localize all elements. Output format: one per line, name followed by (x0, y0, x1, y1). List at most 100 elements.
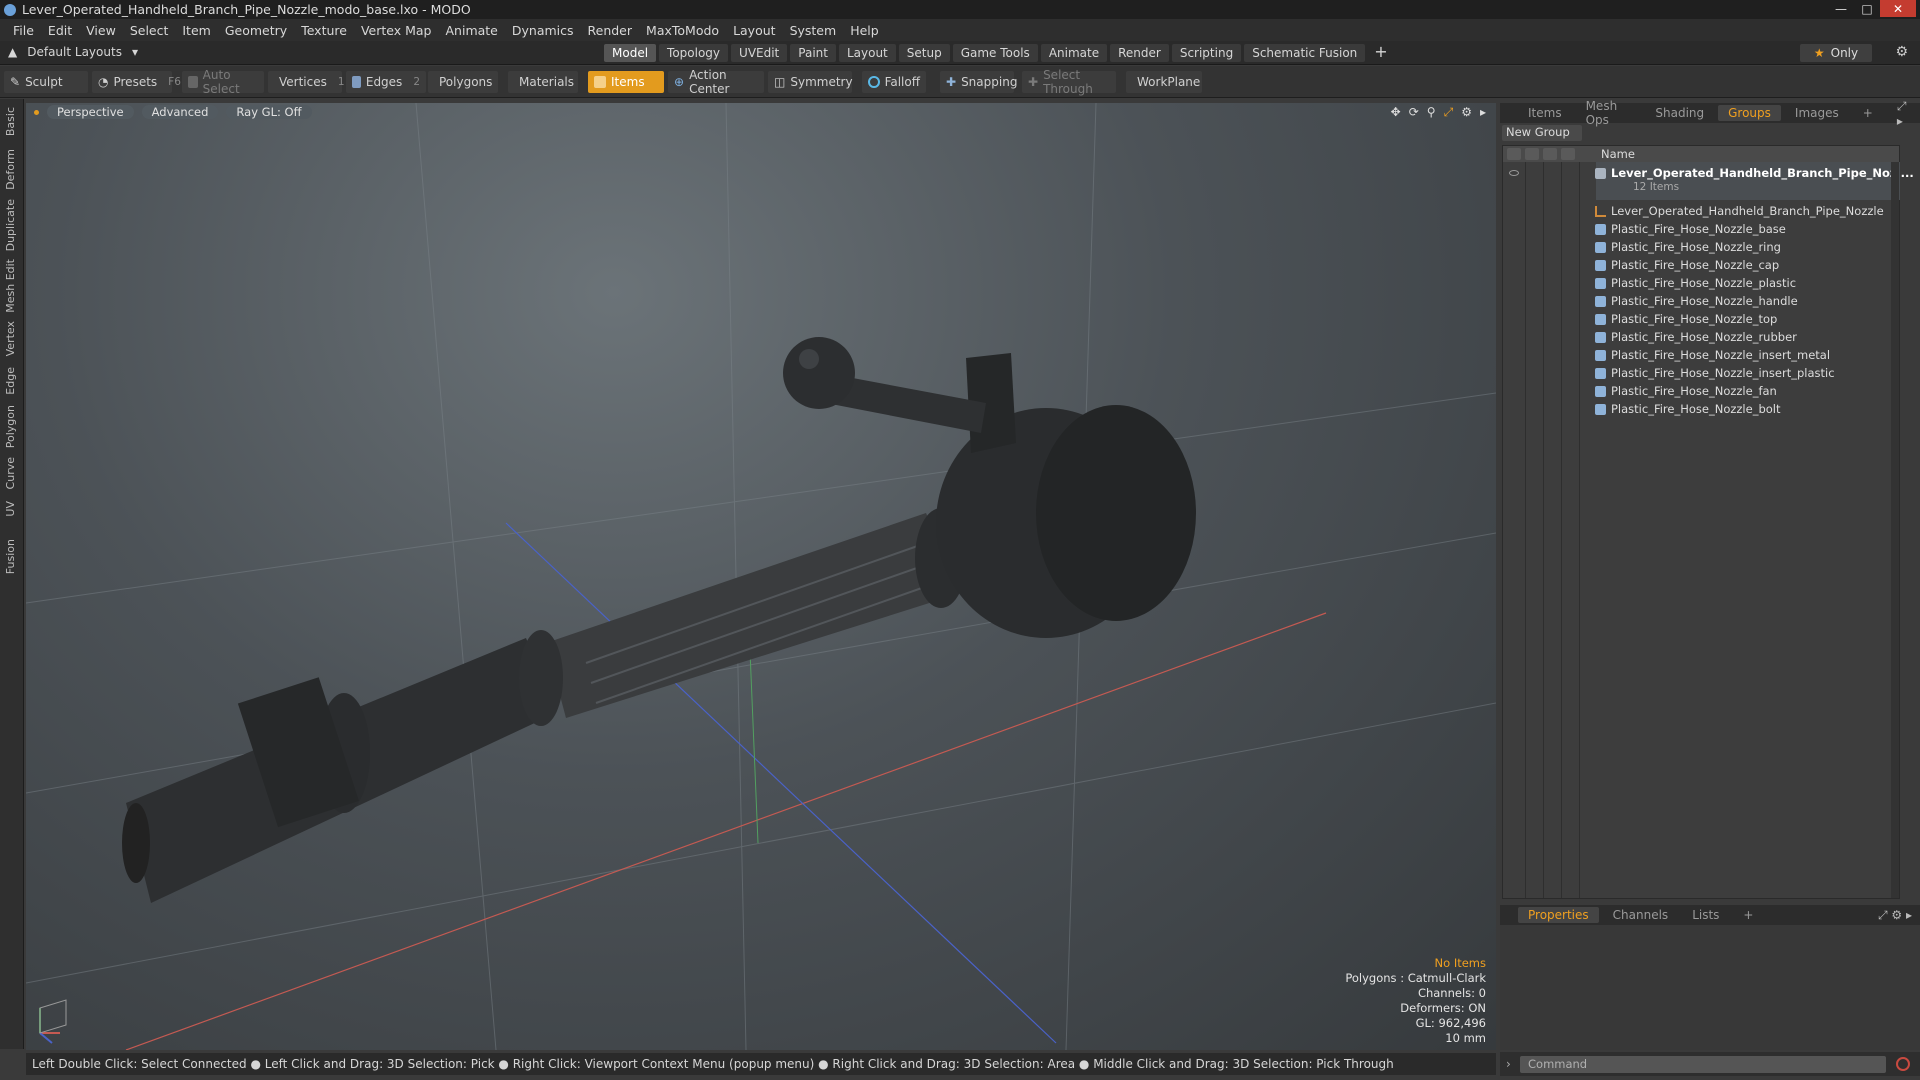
left-tab-deform[interactable]: Deform (4, 149, 17, 190)
materials-button[interactable]: Materials (508, 71, 578, 93)
list-item[interactable]: Plastic_Fire_Hose_Nozzle_ring (1595, 238, 1781, 256)
eye-icon[interactable] (1509, 170, 1519, 176)
left-tab-edge[interactable]: Edge (4, 367, 17, 395)
close-icon[interactable]: ✕ (1880, 0, 1916, 17)
tab-model[interactable]: Model (604, 44, 657, 62)
list-item[interactable]: Plastic_Fire_Hose_Nozzle_fan (1595, 382, 1777, 400)
menu-file[interactable]: File (6, 23, 41, 38)
menu-select[interactable]: Select (123, 23, 176, 38)
shading-advanced-button[interactable]: Advanced (141, 105, 219, 119)
tab-lists[interactable]: Lists (1682, 907, 1729, 923)
items-button[interactable]: Items (588, 71, 664, 93)
menu-edit[interactable]: Edit (41, 23, 79, 38)
command-input[interactable]: Command (1520, 1055, 1886, 1073)
list-item[interactable]: Plastic_Fire_Hose_Nozzle_top (1595, 310, 1777, 328)
add-tab-icon[interactable]: + (1368, 44, 1393, 62)
falloff-button[interactable]: Falloff (862, 71, 926, 93)
list-item[interactable]: Plastic_Fire_Hose_Nozzle_cap (1595, 256, 1779, 274)
tab-paint[interactable]: Paint (790, 44, 836, 62)
tab-shading[interactable]: Shading (1645, 105, 1714, 121)
list-item[interactable]: Plastic_Fire_Hose_Nozzle_handle (1595, 292, 1798, 310)
action-center-button[interactable]: ⊕ Action Center (668, 68, 764, 96)
auto-select-button[interactable]: Auto Select (182, 68, 264, 96)
vertices-button[interactable]: Vertices 1 (268, 71, 345, 93)
tab-topology[interactable]: Topology (659, 44, 729, 62)
presets-button[interactable]: ◔ Presets F6 (92, 71, 181, 93)
snapping-button[interactable]: ✚ Snapping (940, 71, 1017, 93)
left-tab-uv[interactable]: UV (4, 501, 17, 517)
tab-mesh-ops[interactable]: Mesh Ops (1576, 98, 1642, 128)
pan-icon[interactable]: ✥ (1391, 105, 1401, 120)
raygl-button[interactable]: Ray GL: Off (226, 105, 312, 119)
tab-animate[interactable]: Animate (1040, 44, 1108, 62)
only-toggle[interactable]: ★ Only (1800, 44, 1872, 62)
list-item[interactable]: Plastic_Fire_Hose_Nozzle_rubber (1595, 328, 1797, 346)
lock-column-icon[interactable] (1543, 148, 1557, 160)
name-column-header[interactable]: Name (1595, 147, 1635, 161)
menu-render[interactable]: Render (581, 23, 640, 38)
render-column-icon[interactable] (1525, 148, 1539, 160)
left-tab-mesh-edit[interactable]: Mesh Edit (4, 259, 17, 313)
menu-texture[interactable]: Texture (294, 23, 354, 38)
list-item[interactable]: Lever_Operated_Handheld_Branch_Pipe_Nozz… (1595, 202, 1884, 220)
list-item[interactable]: Plastic_Fire_Hose_Nozzle_base (1595, 220, 1786, 238)
default-layouts-dropdown[interactable]: ▲ Default Layouts ▾ (8, 45, 138, 59)
tab-layout[interactable]: Layout (838, 44, 896, 62)
fit-icon[interactable]: ⤢ (1444, 105, 1454, 120)
left-tab-curve[interactable]: Curve (4, 457, 17, 489)
menu-item[interactable]: Item (175, 23, 217, 38)
menu-geometry[interactable]: Geometry (218, 23, 294, 38)
menu-animate[interactable]: Animate (439, 23, 505, 38)
maximize-icon[interactable]: □ (1854, 0, 1880, 17)
left-tab-duplicate[interactable]: Duplicate (4, 199, 17, 251)
tab-channels[interactable]: Channels (1603, 907, 1679, 923)
edges-button[interactable]: Edges 2 (346, 71, 426, 93)
add-properties-tab-icon[interactable]: + (1733, 907, 1763, 923)
tab-schematic-fusion[interactable]: Schematic Fusion (1244, 44, 1366, 62)
new-group-button[interactable]: New Group (1502, 125, 1582, 141)
tree-scrollbar[interactable] (1891, 162, 1899, 898)
tab-scripting[interactable]: Scripting (1171, 44, 1242, 62)
menu-view[interactable]: View (79, 23, 123, 38)
tab-setup[interactable]: Setup (898, 44, 950, 62)
tab-game-tools[interactable]: Game Tools (952, 44, 1038, 62)
left-tab-vertex[interactable]: Vertex (4, 321, 17, 356)
tab-properties[interactable]: Properties (1518, 907, 1599, 923)
zoom-icon[interactable]: ⚲ (1427, 105, 1436, 120)
left-tab-basic[interactable]: Basic (4, 107, 17, 136)
menu-maxtomodo[interactable]: MaxToModo (639, 23, 726, 38)
tab-images[interactable]: Images (1785, 105, 1849, 121)
viewport-gear-icon[interactable]: ⚙ (1461, 105, 1472, 120)
menu-help[interactable]: Help (843, 23, 886, 38)
list-item[interactable]: Plastic_Fire_Hose_Nozzle_insert_plastic (1595, 364, 1835, 382)
tab-items[interactable]: Items (1518, 105, 1572, 121)
tab-render[interactable]: Render (1110, 44, 1169, 62)
list-item[interactable]: Plastic_Fire_Hose_Nozzle_plastic (1595, 274, 1796, 292)
rotate-icon[interactable]: ⟳ (1409, 105, 1419, 120)
sculpt-button[interactable]: ✎ Sculpt (4, 71, 88, 93)
command-stop-icon[interactable] (1896, 1057, 1910, 1071)
workplane-button[interactable]: WorkPlane (1126, 71, 1202, 93)
panel-expand-icon[interactable]: ⤢ ▸ (1887, 98, 1920, 129)
list-item[interactable]: Plastic_Fire_Hose_Nozzle_bolt (1595, 400, 1781, 418)
viewport-menu-icon[interactable]: ▸ (1480, 105, 1486, 120)
select-column-icon[interactable] (1561, 148, 1575, 160)
tab-uvedit[interactable]: UVEdit (731, 44, 788, 62)
select-through-button[interactable]: ✚ Select Through (1022, 68, 1116, 96)
polygons-button[interactable]: Polygons (428, 71, 498, 93)
left-tab-polygon[interactable]: Polygon (4, 405, 17, 448)
left-tab-fusion[interactable]: Fusion (4, 539, 17, 574)
properties-expand-icon[interactable]: ⤢ ⚙ ▸ (1868, 907, 1920, 924)
add-panel-tab-icon[interactable]: + (1853, 105, 1883, 121)
tab-groups[interactable]: Groups (1718, 105, 1781, 121)
menu-vertex-map[interactable]: Vertex Map (354, 23, 439, 38)
view-perspective-button[interactable]: Perspective (47, 105, 134, 119)
list-item[interactable]: Plastic_Fire_Hose_Nozzle_insert_metal (1595, 346, 1830, 364)
3d-viewport[interactable]: Perspective Advanced Ray GL: Off ✥ ⟳ ⚲ ⤢… (26, 103, 1496, 1050)
minimize-icon[interactable]: — (1828, 0, 1854, 17)
menu-layout[interactable]: Layout (726, 23, 783, 38)
symmetry-button[interactable]: ◫ Symmetry (768, 71, 853, 93)
menu-dynamics[interactable]: Dynamics (505, 23, 581, 38)
visibility-column-icon[interactable] (1507, 148, 1521, 160)
menu-system[interactable]: System (783, 23, 844, 38)
